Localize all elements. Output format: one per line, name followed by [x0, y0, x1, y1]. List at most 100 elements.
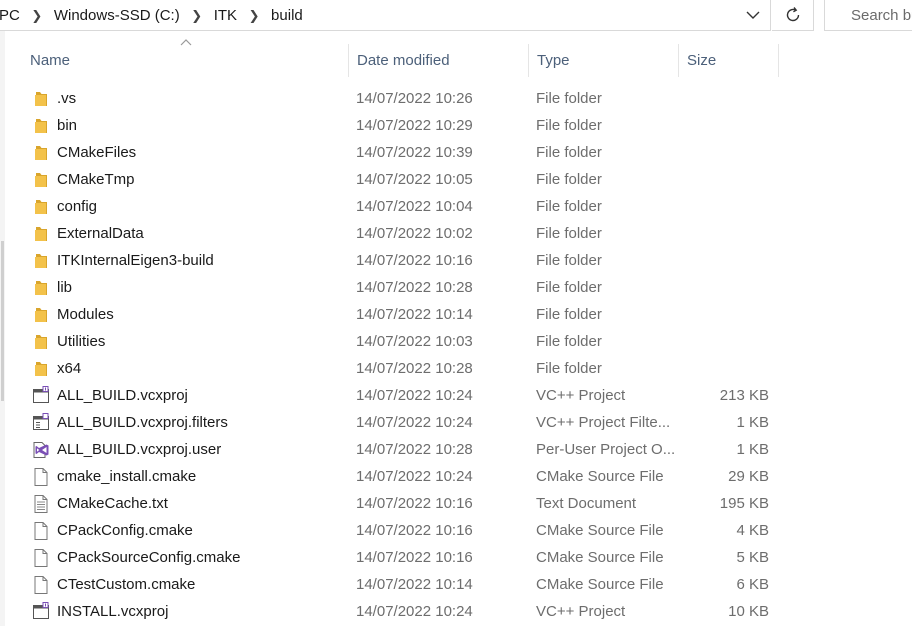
file-type: File folder	[536, 144, 602, 161]
folder-icon	[31, 359, 51, 379]
document-icon	[31, 575, 51, 595]
file-date-modified: 14/07/2022 10:05	[356, 171, 473, 188]
file-type: CMake Source File	[536, 522, 664, 539]
file-row[interactable]: .vs 14/07/2022 10:26 File folder	[22, 85, 779, 112]
file-date-modified: 14/07/2022 10:29	[356, 117, 473, 134]
file-size: 4 KB	[736, 522, 769, 539]
file-row[interactable]: ALL_BUILD.vcxproj.filters 14/07/2022 10:2…	[22, 409, 779, 436]
folder-icon	[31, 278, 51, 298]
file-date-modified: 14/07/2022 10:28	[356, 360, 473, 377]
breadcrumb-item-build[interactable]: build	[269, 7, 305, 24]
file-name: CPackSourceConfig.cmake	[57, 549, 241, 566]
file-row[interactable]: config 14/07/2022 10:04 File folder	[22, 193, 779, 220]
file-row[interactable]: cmake_install.cmake 14/07/2022 10:24 CMake…	[22, 463, 779, 490]
visual-studio-icon	[31, 440, 51, 460]
file-date-modified: 14/07/2022 10:16	[356, 522, 473, 539]
file-date-modified: 14/07/2022 10:03	[356, 333, 473, 350]
file-row[interactable]: ITKInternalEigen3-build 14/07/2022 10:16 F…	[22, 247, 779, 274]
vcxproj-icon	[31, 602, 51, 622]
file-row[interactable]: CTestCustom.cmake 14/07/2022 10:14 CMake S…	[22, 571, 779, 598]
file-row[interactable]: CPackConfig.cmake 14/07/2022 10:16 CMake S…	[22, 517, 779, 544]
address-history-dropdown[interactable]	[740, 4, 766, 26]
refresh-icon	[786, 7, 799, 22]
file-date-modified: 14/07/2022 10:24	[356, 468, 473, 485]
refresh-button[interactable]	[772, 0, 814, 31]
file-explorer-window: PC ❯ Windows-SSD (C:) ❯ ITK ❯ build Sear…	[0, 0, 912, 626]
file-type: File folder	[536, 117, 602, 134]
file-name: x64	[57, 360, 82, 377]
file-type: File folder	[536, 171, 602, 188]
folder-icon	[31, 224, 51, 244]
file-row[interactable]: CPackSourceConfig.cmake 14/07/2022 10:16 C…	[22, 544, 779, 571]
file-date-modified: 14/07/2022 10:02	[356, 225, 473, 242]
file-name: CMakeCache.txt	[57, 495, 168, 512]
file-size	[682, 274, 769, 301]
folder-icon	[31, 116, 51, 136]
file-row[interactable]: CMakeTmp 14/07/2022 10:05 File folder	[22, 166, 779, 193]
file-type: VC++ Project	[536, 603, 626, 620]
file-row[interactable]: INSTALL.vcxproj 14/07/2022 10:24 VC++ Proj…	[22, 598, 779, 625]
file-size	[682, 355, 769, 382]
breadcrumb: PC ❯ Windows-SSD (C:) ❯ ITK ❯ build	[0, 0, 305, 31]
navigation-pane-edge	[0, 31, 5, 626]
file-size	[682, 85, 769, 112]
file-row[interactable]: Utilities 14/07/2022 10:03 File folder	[22, 328, 779, 355]
file-date-modified: 14/07/2022 10:14	[356, 576, 473, 593]
file-type: Per-User Project O...	[536, 441, 676, 458]
file-size	[682, 220, 769, 247]
file-name: ALL_BUILD.vcxproj	[57, 387, 188, 404]
file-size	[682, 301, 769, 328]
vcxproj-filters-icon	[31, 413, 51, 433]
file-size: 29 KB	[728, 468, 769, 485]
file-row[interactable]: lib 14/07/2022 10:28 File folder	[22, 274, 779, 301]
file-row[interactable]: ALL_BUILD.vcxproj.user 14/07/2022 10:28 Pe…	[22, 436, 779, 463]
file-name: INSTALL.vcxproj	[57, 603, 169, 620]
file-name: ExternalData	[57, 225, 144, 242]
file-size: 10 KB	[728, 603, 769, 620]
file-date-modified: 14/07/2022 10:14	[356, 306, 473, 323]
file-row[interactable]: x64 14/07/2022 10:28 File folder	[22, 355, 779, 382]
column-header-date-modified[interactable]: Date modified	[349, 44, 529, 77]
file-size: 1 KB	[736, 441, 769, 458]
column-header-type[interactable]: Type	[529, 44, 679, 77]
breadcrumb-item-drive[interactable]: Windows-SSD (C:)	[52, 7, 182, 24]
column-header-size[interactable]: Size	[679, 44, 779, 77]
file-name: CPackConfig.cmake	[57, 522, 193, 539]
file-date-modified: 14/07/2022 10:16	[356, 495, 473, 512]
address-bar[interactable]: PC ❯ Windows-SSD (C:) ❯ ITK ❯ build	[0, 0, 771, 31]
file-row[interactable]: Modules 14/07/2022 10:14 File folder	[22, 301, 779, 328]
folder-icon	[31, 197, 51, 217]
folder-icon	[31, 143, 51, 163]
file-date-modified: 14/07/2022 10:39	[356, 144, 473, 161]
file-size	[682, 112, 769, 139]
breadcrumb-item-pc[interactable]: PC	[0, 7, 22, 24]
file-type: File folder	[536, 360, 602, 377]
folder-icon	[31, 251, 51, 271]
navigation-scrollbar-thumb[interactable]	[1, 241, 4, 401]
file-row[interactable]: CMakeFiles 14/07/2022 10:39 File folder	[22, 139, 779, 166]
file-type: CMake Source File	[536, 549, 664, 566]
document-icon	[31, 521, 51, 541]
file-type: File folder	[536, 225, 602, 242]
file-name: lib	[57, 279, 73, 296]
chevron-right-icon[interactable]: ❯	[190, 8, 204, 24]
file-row[interactable]: bin 14/07/2022 10:29 File folder	[22, 112, 779, 139]
file-row[interactable]: CMakeCache.txt 14/07/2022 10:16 Text Docum…	[22, 490, 779, 517]
search-input[interactable]: Search build	[824, 0, 912, 31]
folder-icon	[31, 170, 51, 190]
file-date-modified: 14/07/2022 10:24	[356, 414, 473, 431]
file-date-modified: 14/07/2022 10:16	[356, 549, 473, 566]
folder-icon	[31, 305, 51, 325]
file-row[interactable]: ALL_BUILD.vcxproj 14/07/2022 10:24 VC++ Pr…	[22, 382, 779, 409]
column-header-name[interactable]: Name	[22, 44, 349, 77]
file-name: CMakeFiles	[57, 144, 137, 161]
file-list: .vs 14/07/2022 10:26 File folder bin 14/07/2…	[22, 85, 779, 625]
file-size	[682, 193, 769, 220]
file-date-modified: 14/07/2022 10:28	[356, 441, 473, 458]
chevron-right-icon[interactable]: ❯	[30, 8, 44, 24]
file-row[interactable]: ExternalData 14/07/2022 10:02 File folder	[22, 220, 779, 247]
chevron-right-icon[interactable]: ❯	[247, 8, 261, 24]
file-size	[682, 247, 769, 274]
chevron-down-icon	[746, 11, 760, 19]
breadcrumb-item-itk[interactable]: ITK	[212, 7, 239, 24]
